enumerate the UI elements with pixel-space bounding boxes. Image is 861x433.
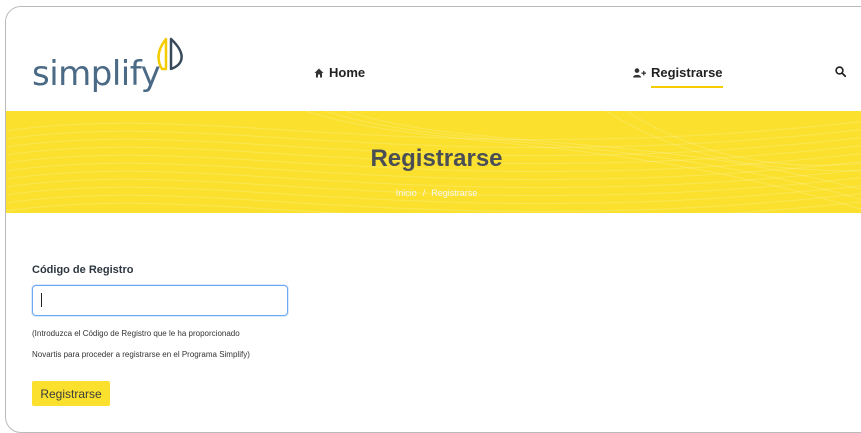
registration-code-label: Código de Registro (32, 264, 134, 276)
page-banner: Registrarse Inicio / Registrarse (6, 111, 861, 213)
nav-register-link[interactable]: Registrarse (633, 65, 723, 88)
text-caret (41, 293, 42, 307)
home-icon (314, 68, 324, 77)
add-user-icon (633, 67, 646, 77)
breadcrumb-current: Registrarse (431, 188, 478, 198)
nav-home-label: Home (329, 65, 366, 80)
logo-text: simplify (32, 54, 161, 94)
help-text-line-2: Novartis para proceder a registrarse en … (32, 350, 250, 359)
breadcrumb: Inicio / Registrarse (6, 188, 861, 198)
breadcrumb-home[interactable]: Inicio (396, 188, 417, 198)
search-icon[interactable] (835, 66, 846, 77)
help-text-line-1: (Introduzca el Código de Registro que le… (32, 329, 240, 338)
register-submit-button[interactable]: Registrarse (32, 381, 110, 406)
page-title: Registrarse (370, 145, 503, 172)
browser-frame: simplify Home Registrarse Registrarse In… (5, 6, 861, 433)
nav-home-link[interactable]: Home (314, 65, 365, 80)
active-underline (651, 86, 723, 88)
simplify-logo[interactable]: simplify (32, 37, 192, 97)
logo-mark-icon (157, 37, 183, 71)
breadcrumb-separator: / (422, 188, 426, 198)
registration-code-input[interactable] (32, 285, 288, 316)
nav-register-label: Registrarse (651, 65, 723, 80)
site-header: simplify Home Registrarse (6, 7, 861, 111)
